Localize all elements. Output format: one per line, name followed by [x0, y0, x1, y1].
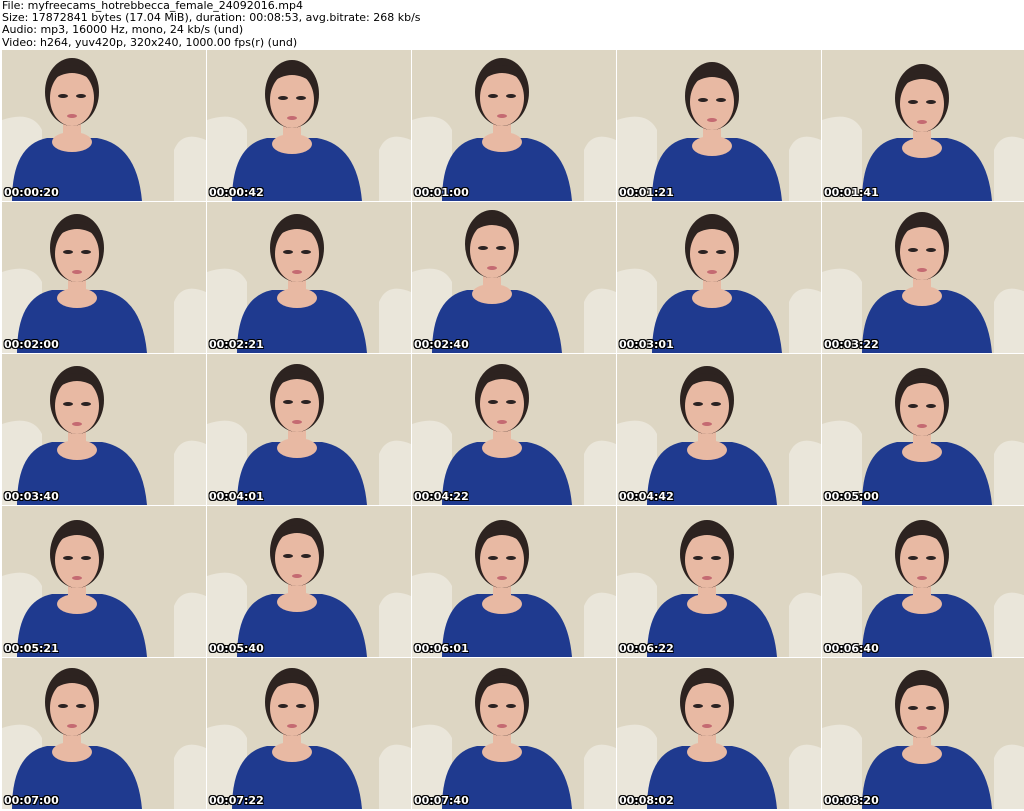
file-info-header: File: myfreecams_hotrebbecca_female_2409… — [2, 0, 1022, 50]
video-frame-thumbnail: 00:01:00 — [412, 50, 616, 201]
frame-timestamp: 00:01:21 — [619, 186, 674, 199]
frame-scene — [412, 50, 616, 201]
video-frame-thumbnail: 00:05:40 — [207, 506, 411, 657]
frame-scene — [822, 506, 1024, 657]
frame-scene — [412, 658, 616, 809]
frame-timestamp: 00:03:40 — [4, 490, 59, 503]
video-frame-thumbnail: 00:07:40 — [412, 658, 616, 809]
frame-scene — [412, 354, 616, 505]
frame-timestamp: 00:08:20 — [824, 794, 879, 807]
video-frame-thumbnail: 00:04:01 — [207, 354, 411, 505]
video-frame-thumbnail: 00:05:00 — [822, 354, 1024, 505]
frame-scene — [617, 202, 821, 353]
frame-timestamp: 00:00:42 — [209, 186, 264, 199]
frame-timestamp: 00:04:22 — [414, 490, 469, 503]
video-frame-thumbnail: 00:01:41 — [822, 50, 1024, 201]
frame-scene — [412, 202, 616, 353]
frame-timestamp: 00:04:42 — [619, 490, 674, 503]
video-frame-thumbnail: 00:00:20 — [2, 50, 206, 201]
frame-timestamp: 00:00:20 — [4, 186, 59, 199]
frame-scene — [617, 506, 821, 657]
video-frame-thumbnail: 00:08:20 — [822, 658, 1024, 809]
frame-timestamp: 00:07:00 — [4, 794, 59, 807]
frame-scene — [822, 202, 1024, 353]
video-frame-thumbnail: 00:01:21 — [617, 50, 821, 201]
frame-timestamp: 00:06:22 — [619, 642, 674, 655]
frame-timestamp: 00:02:40 — [414, 338, 469, 351]
video-frame-thumbnail: 00:06:01 — [412, 506, 616, 657]
audio-info-line: Audio: mp3, 16000 Hz, mono, 24 kb/s (und… — [2, 23, 244, 37]
frame-timestamp: 00:06:01 — [414, 642, 469, 655]
video-frame-thumbnail: 00:02:40 — [412, 202, 616, 353]
video-frame-thumbnail: 00:02:21 — [207, 202, 411, 353]
frame-scene — [412, 506, 616, 657]
frame-scene — [207, 202, 411, 353]
frame-scene — [617, 50, 821, 201]
video-frame-thumbnail: 00:03:40 — [2, 354, 206, 505]
frame-timestamp: 00:07:22 — [209, 794, 264, 807]
frame-scene — [207, 354, 411, 505]
video-frame-thumbnail: 00:04:22 — [412, 354, 616, 505]
frame-scene — [617, 354, 821, 505]
frame-timestamp: 00:06:40 — [824, 642, 879, 655]
video-frame-thumbnail: 00:06:22 — [617, 506, 821, 657]
frame-timestamp: 00:08:02 — [619, 794, 674, 807]
frame-scene — [822, 354, 1024, 505]
video-frame-thumbnail: 00:05:21 — [2, 506, 206, 657]
frame-timestamp: 00:04:01 — [209, 490, 264, 503]
frame-scene — [2, 506, 206, 657]
video-info-line: Video: h264, yuv420p, 320x240, 1000.00 f… — [2, 35, 298, 49]
frame-scene — [617, 658, 821, 809]
video-frame-thumbnail: 00:03:22 — [822, 202, 1024, 353]
frame-timestamp: 00:05:21 — [4, 642, 59, 655]
frame-scene — [2, 354, 206, 505]
video-frame-thumbnail: 00:07:22 — [207, 658, 411, 809]
video-frame-thumbnail: 00:07:00 — [2, 658, 206, 809]
frame-scene — [207, 506, 411, 657]
frame-timestamp: 00:07:40 — [414, 794, 469, 807]
video-frame-thumbnail: 00:04:42 — [617, 354, 821, 505]
thumbnail-grid: 00:00:20 00:00:42 00:01:00 00:01:21 00:01:41… — [0, 50, 1024, 810]
frame-timestamp: 00:01:41 — [824, 186, 879, 199]
frame-timestamp: 00:05:40 — [209, 642, 264, 655]
frame-timestamp: 00:02:21 — [209, 338, 264, 351]
frame-scene — [2, 50, 206, 201]
video-frame-thumbnail: 00:03:01 — [617, 202, 821, 353]
frame-scene — [2, 658, 206, 809]
video-frame-thumbnail: 00:08:02 — [617, 658, 821, 809]
frame-timestamp: 00:03:01 — [619, 338, 674, 351]
frame-scene — [822, 658, 1024, 809]
video-frame-thumbnail: 00:06:40 — [822, 506, 1024, 657]
frame-timestamp: 00:02:00 — [4, 338, 59, 351]
frame-scene — [822, 50, 1024, 201]
frame-timestamp: 00:01:00 — [414, 186, 469, 199]
frame-scene — [207, 50, 411, 201]
frame-timestamp: 00:05:00 — [824, 490, 879, 503]
video-frame-thumbnail: 00:02:00 — [2, 202, 206, 353]
frame-timestamp: 00:03:22 — [824, 338, 879, 351]
frame-scene — [207, 658, 411, 809]
video-frame-thumbnail: 00:00:42 — [207, 50, 411, 201]
frame-scene — [2, 202, 206, 353]
